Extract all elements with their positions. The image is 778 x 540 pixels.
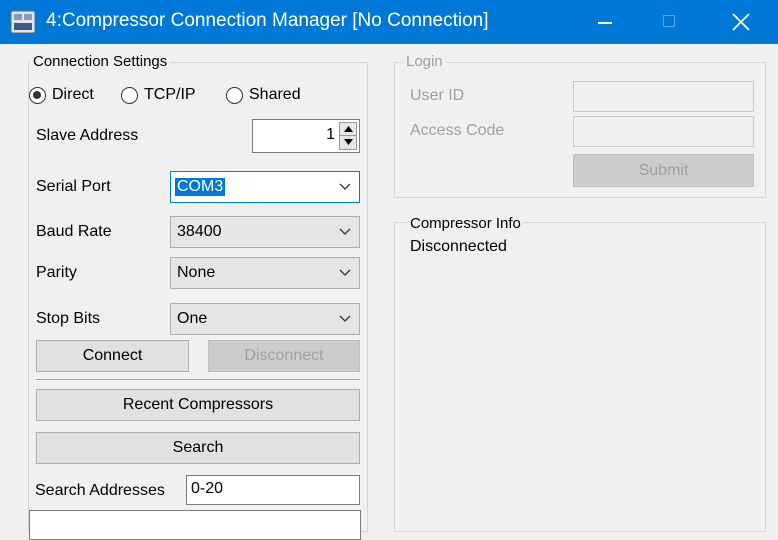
chevron-down-icon [339,269,351,276]
radio-direct[interactable]: Direct [29,85,94,105]
results-list[interactable] [29,510,361,540]
compressor-info-group [394,222,766,532]
maximize-icon [640,0,696,44]
serial-port-select[interactable]: COM3 [170,171,360,203]
radio-tcpip[interactable]: TCP/IP [121,85,196,105]
compressor-status: Disconnected [410,238,507,255]
stop-bits-value: One [177,310,208,327]
radio-shared[interactable]: Shared [226,85,301,105]
disconnect-button: Disconnect [208,340,360,372]
divider [36,379,360,381]
slave-address-label: Slave Address [36,127,139,144]
search-addresses-label: Search Addresses [35,482,165,499]
close-icon[interactable] [714,0,770,44]
slave-address-stepper[interactable]: 1 [252,119,360,153]
submit-button: Submit [573,154,754,187]
spin-up-icon[interactable] [340,123,356,136]
search-addresses-input[interactable]: 0-20 [186,475,360,505]
serial-port-value: COM3 [175,178,226,196]
stop-bits-label: Stop Bits [36,310,101,327]
baud-rate-value: 38400 [177,223,222,240]
compressor-info-title: Compressor Info [407,215,524,232]
baud-rate-select[interactable]: 38400 [170,216,360,248]
compressor-app-icon [10,10,36,34]
title-bar[interactable]: 4:Compressor Connection Manager [No Conn… [0,0,778,44]
radio-shared-label: Shared [249,86,301,103]
slave-address-value: 1 [326,126,335,143]
connection-settings-title: Connection Settings [30,53,171,70]
baud-rate-label: Baud Rate [36,223,112,240]
minimize-icon[interactable] [578,0,634,44]
user-id-field [573,81,754,112]
connect-button[interactable]: Connect [36,340,189,372]
search-addresses-value: 0-20 [191,480,224,497]
radio-direct-label: Direct [52,86,94,103]
access-code-label: Access Code [410,122,505,139]
recent-compressors-button[interactable]: Recent Compressors [36,389,360,421]
radio-direct-circle [29,86,46,104]
serial-port-label: Serial Port [36,178,111,195]
parity-value: None [177,264,216,281]
login-title: Login [403,53,446,70]
stop-bits-select[interactable]: One [170,303,360,335]
slave-address-spin[interactable] [339,122,357,150]
chevron-down-icon [339,228,351,235]
parity-label: Parity [36,264,77,281]
radio-shared-circle [226,86,243,104]
window-title: 4:Compressor Connection Manager [No Conn… [46,10,489,31]
chevron-down-icon [339,183,351,190]
user-id-label: User ID [410,87,465,104]
access-code-field [573,116,754,147]
parity-select[interactable]: None [170,257,360,289]
chevron-down-icon [339,315,351,322]
search-button[interactable]: Search [36,432,360,464]
spin-down-icon[interactable] [340,136,356,149]
radio-tcpip-circle [121,86,138,104]
radio-tcpip-label: TCP/IP [144,86,196,103]
